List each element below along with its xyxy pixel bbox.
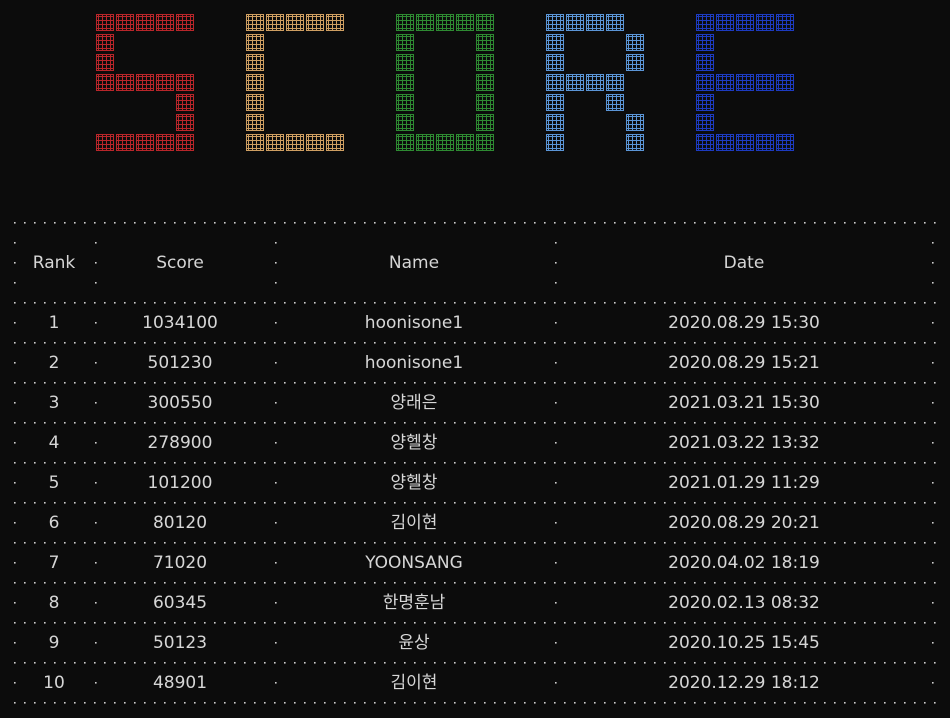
header-rank: Rank: [32, 253, 76, 273]
header-score: Score: [156, 253, 204, 273]
date-cell: 2020.10.25 15:45: [668, 633, 820, 653]
score-cell: 300550: [147, 393, 213, 413]
score-cell: 80120: [152, 513, 208, 533]
rank-cell: 7: [48, 553, 60, 573]
header-date: Date: [723, 253, 765, 273]
name-cell: 양헬창: [390, 473, 438, 493]
score-cell: 1034100: [142, 313, 218, 333]
name-cell: 윤상: [398, 633, 430, 653]
rank-cell: 9: [48, 633, 60, 653]
rank-cell: 6: [48, 513, 60, 533]
rank-cell: 10: [43, 673, 65, 693]
score-cell: 60345: [152, 593, 208, 613]
rank-cell: 2: [48, 353, 60, 373]
date-cell: 2020.08.29 15:21: [668, 353, 820, 373]
score-cell: 101200: [147, 473, 213, 493]
date-cell: 2020.04.02 18:19: [668, 553, 820, 573]
name-cell: 양래은: [390, 393, 438, 413]
rank-cell: 1: [48, 313, 60, 333]
name-cell: hoonisone1: [364, 353, 464, 373]
name-cell: 양헬창: [390, 433, 438, 453]
rank-cell: 3: [48, 393, 60, 413]
date-cell: 2020.02.13 08:32: [668, 593, 820, 613]
score-cell: 50123: [152, 633, 208, 653]
score-cell: 71020: [152, 553, 208, 573]
date-cell: 2021.01.29 11:29: [668, 473, 820, 493]
name-cell: hoonisone1: [364, 313, 464, 333]
name-cell: 김이현: [390, 673, 438, 693]
name-cell: 한명훈남: [382, 593, 446, 613]
rank-cell: 5: [48, 473, 60, 493]
scoreboard-table: Rank Score Name Date 1 1034100 hoonisone…: [0, 0, 950, 718]
date-cell: 2021.03.21 15:30: [668, 393, 820, 413]
score-cell: 48901: [152, 673, 208, 693]
rank-cell: 4: [48, 433, 60, 453]
date-cell: 2021.03.22 13:32: [668, 433, 820, 453]
score-screen: SCORE Rank Score Name Date 1 1034100 hoo…: [0, 0, 950, 718]
date-cell: 2020.08.29 15:30: [668, 313, 820, 333]
rank-cell: 8: [48, 593, 60, 613]
score-cell: 278900: [147, 433, 213, 453]
name-cell: 김이현: [390, 513, 438, 533]
name-cell: YOONSANG: [365, 553, 463, 573]
score-cell: 501230: [147, 353, 213, 373]
header-name: Name: [388, 253, 440, 273]
date-cell: 2020.12.29 18:12: [668, 673, 820, 693]
date-cell: 2020.08.29 20:21: [668, 513, 820, 533]
